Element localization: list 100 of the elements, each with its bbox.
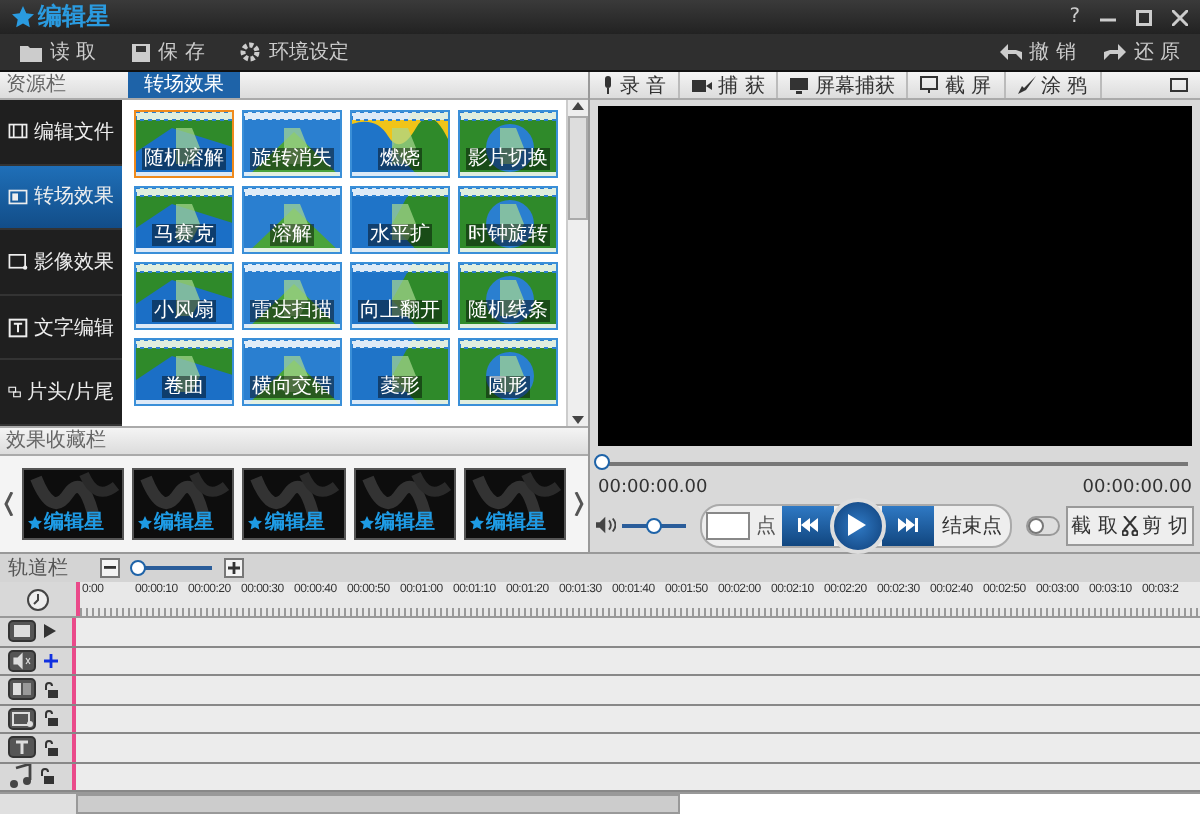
effects-tab[interactable]: 转场效果: [128, 72, 240, 98]
add-icon[interactable]: [44, 653, 58, 668]
transition-thumbnail[interactable]: 马赛克: [134, 186, 234, 254]
toolbar-button[interactable]: 读 取: [20, 38, 97, 66]
thumbnail-label: 溶解: [270, 224, 314, 246]
scroll-thumb[interactable]: [76, 794, 680, 814]
chevron-left-icon[interactable]: [4, 492, 14, 516]
chevron-right-icon[interactable]: [574, 492, 585, 516]
thumbnail-label: 小风扇: [152, 300, 216, 322]
thumbnail-label: 随机线条: [466, 300, 550, 322]
star-icon: [12, 6, 34, 28]
camera-icon: [692, 79, 713, 91]
transition-thumbnail[interactable]: 溶解: [242, 186, 342, 254]
minus-icon: [104, 566, 116, 570]
play-icon[interactable]: [44, 624, 56, 639]
star-icon: [27, 515, 42, 529]
thumbnail-label: 燃烧: [378, 148, 422, 170]
capture-button[interactable]: 截 屏: [908, 72, 1006, 98]
maximize-icon[interactable]: [1136, 9, 1152, 25]
favorite-thumbnail[interactable]: 编辑星: [463, 468, 567, 540]
unlocked-lock-icon[interactable]: [40, 768, 54, 785]
transition-thumbnail[interactable]: 水平扩: [350, 186, 450, 254]
brush-icon: [1017, 76, 1036, 94]
capture-button[interactable]: 涂 鸦: [1005, 72, 1102, 98]
star-icon: [469, 515, 484, 529]
unlocked-lock-icon[interactable]: [44, 710, 58, 727]
start-time: 00:00:00.00: [598, 478, 708, 498]
favorite-thumbnail[interactable]: 编辑星: [353, 468, 456, 540]
plus-icon: [228, 562, 240, 574]
transition-thumbnail[interactable]: 影片切换: [458, 110, 558, 178]
toggle-switch[interactable]: [1025, 515, 1060, 535]
thumbnail-label: 时钟旋转: [466, 224, 550, 246]
capture-button[interactable]: 录 音: [590, 72, 681, 98]
save-icon: [132, 43, 151, 61]
favorite-thumbnail[interactable]: 编辑星: [132, 468, 235, 540]
previous-button[interactable]: [781, 505, 834, 545]
transition-thumbnail[interactable]: 小风扇: [134, 262, 234, 330]
toolbar-button[interactable]: 环境设定: [240, 38, 349, 66]
close-icon[interactable]: [1172, 9, 1188, 25]
play-icon: [848, 514, 867, 536]
volume-thumb[interactable]: [646, 517, 662, 533]
transition-thumbnail[interactable]: 雷达扫描: [242, 262, 342, 330]
unlocked-lock-icon[interactable]: [44, 681, 58, 698]
cut-button[interactable]: 剪 切: [1137, 511, 1193, 539]
zoom-in-button[interactable]: [224, 558, 244, 578]
favorite-thumbnail[interactable]: 编辑星: [21, 468, 125, 540]
history-button[interactable]: 撤 销: [999, 38, 1076, 66]
zoom-thumb[interactable]: [130, 560, 147, 576]
volume-icon[interactable]: [596, 516, 617, 534]
film-icon: [8, 120, 28, 143]
thumbnail-label: 随机溶解: [142, 148, 226, 170]
position-thumb[interactable]: [594, 454, 610, 470]
scroll-thumb[interactable]: [568, 116, 588, 220]
microphone-icon: [602, 76, 614, 94]
monitor-icon: [790, 77, 809, 93]
favorite-thumbnail[interactable]: 编辑星: [242, 468, 346, 540]
horizontal-scrollbar[interactable]: [0, 792, 1200, 814]
capture-button[interactable]: 捕 获: [680, 72, 779, 98]
unlocked-lock-icon[interactable]: [44, 739, 58, 756]
transition-thumbnail[interactable]: 向上翻开: [350, 262, 450, 330]
skip-back-icon: [797, 518, 818, 532]
clock-icon[interactable]: [26, 587, 50, 611]
panel-title: 资源栏: [4, 72, 68, 98]
star-icon: [248, 515, 263, 529]
watermark-logo: 编辑星: [27, 508, 104, 536]
star-icon: [138, 515, 153, 529]
folder-icon: [20, 43, 42, 61]
thumbnail-label: 圆形: [486, 376, 530, 398]
start-point-field[interactable]: [705, 511, 750, 539]
history-button[interactable]: 还 原: [1103, 38, 1180, 66]
transition-thumbnail[interactable]: 随机线条: [458, 262, 558, 330]
start-point-label: 点: [753, 513, 778, 539]
next-button[interactable]: [881, 505, 934, 545]
transition-thumbnail[interactable]: 旋转消失: [242, 110, 342, 178]
transition-thumbnail[interactable]: 圆形: [458, 338, 558, 406]
capture-button[interactable]: 屏幕捕获: [778, 72, 909, 98]
skip-forward-icon: [897, 518, 918, 532]
transition-thumbnail[interactable]: 卷曲: [134, 338, 234, 406]
window-icon[interactable]: [1170, 78, 1188, 92]
thumbnail-label: 水平扩: [368, 224, 432, 246]
end-point-button[interactable]: 结束点: [933, 505, 1010, 545]
transition-thumbnail[interactable]: 时钟旋转: [458, 186, 558, 254]
thumbnail-label: 影片切换: [466, 148, 550, 170]
zoom-out-button[interactable]: [100, 558, 120, 578]
timeline-title: 轨道栏: [8, 555, 70, 582]
scrollbar[interactable]: [566, 100, 588, 426]
trim-button[interactable]: 截 取: [1067, 511, 1122, 539]
watermark-logo: 编辑星: [248, 508, 325, 536]
watermark-logo: 编辑星: [138, 508, 215, 536]
thumbnail-label: 横向交错: [250, 376, 334, 398]
sidebar-item[interactable]: 转场效果: [0, 165, 122, 231]
play-button[interactable]: [829, 497, 886, 553]
zoom-slider[interactable]: [132, 560, 212, 576]
transition-thumbnail[interactable]: 横向交错: [242, 338, 342, 406]
transition-thumbnail[interactable]: 菱形: [350, 338, 450, 406]
transition-thumbnail[interactable]: 燃烧: [350, 110, 450, 178]
toolbar-button[interactable]: 保 存: [132, 38, 205, 66]
transition-thumbnail[interactable]: 随机溶解: [134, 110, 234, 178]
help-button[interactable]: ?: [1069, 6, 1080, 28]
star-icon: [359, 515, 374, 529]
